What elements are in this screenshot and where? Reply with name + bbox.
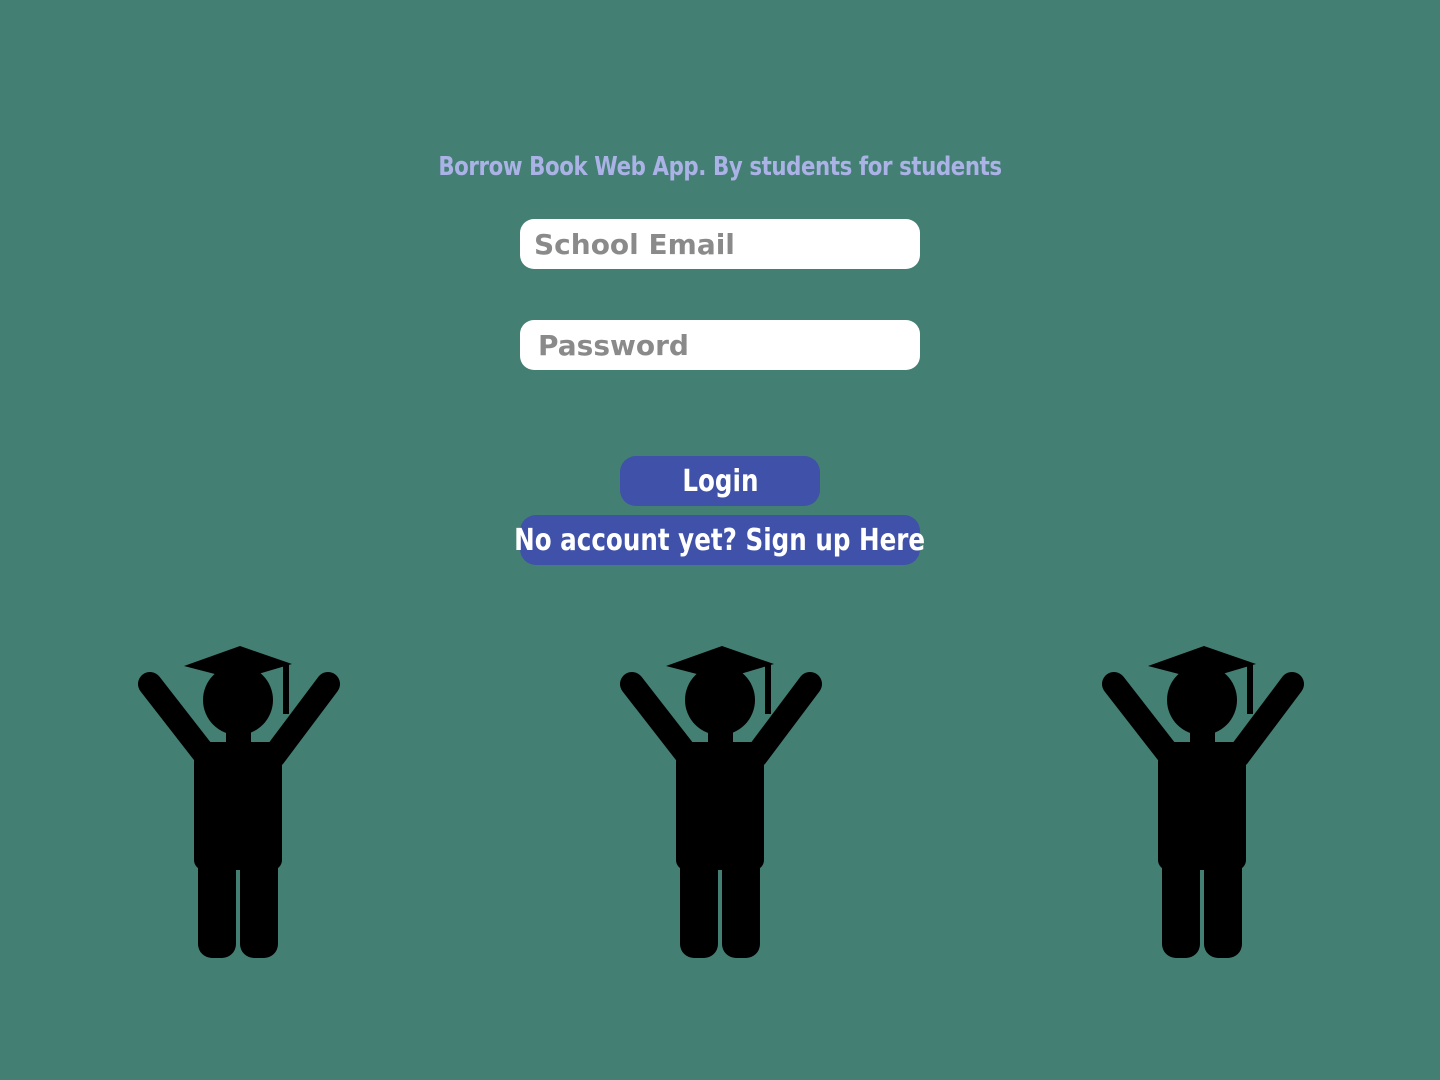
password-input[interactable]	[520, 320, 920, 370]
app-tagline: Borrow Book Web App. By students for stu…	[438, 152, 1002, 182]
graduate-student-icon	[620, 646, 822, 958]
login-button-label: Login	[681, 463, 759, 499]
school-email-input[interactable]	[520, 219, 920, 269]
graduate-student-icon	[1102, 646, 1304, 958]
login-page: Borrow Book Web App. By students for stu…	[0, 0, 1440, 1080]
signup-link-button[interactable]: No account yet? Sign up Here	[515, 515, 925, 565]
login-button[interactable]: Login	[620, 456, 820, 506]
signup-button-label: No account yet? Sign up Here	[514, 522, 926, 558]
graduate-student-icon	[138, 646, 340, 958]
